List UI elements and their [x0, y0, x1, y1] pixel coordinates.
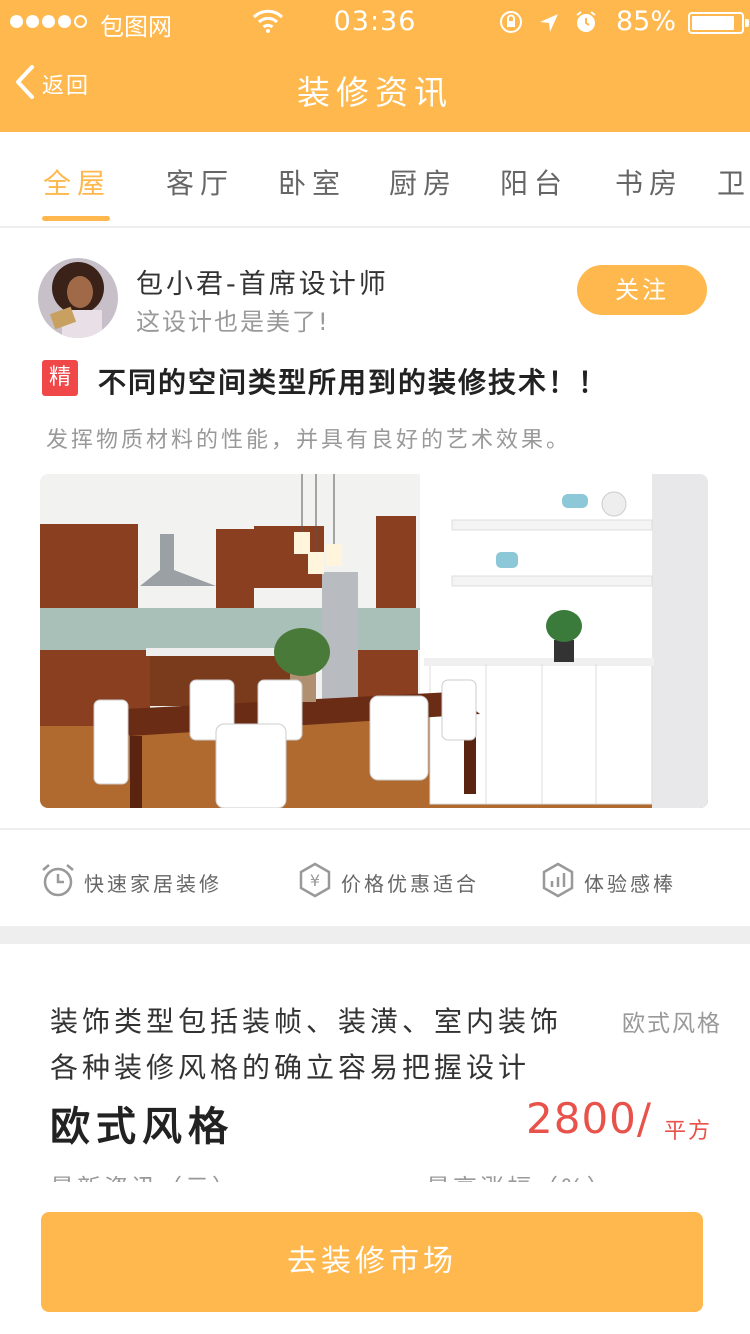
chart-shield-icon [540, 862, 576, 902]
post-title[interactable]: 不同的空间类型所用到的装修技术！！ [98, 361, 608, 401]
post-summary: 发挥物质材料的性能，并具有良好的艺术效果。 [46, 428, 572, 453]
feature-experience-label: 体验感棒 [584, 871, 676, 896]
author-description: 这设计也是美了! [136, 308, 330, 336]
feature-price: ¥ 价格优惠适合 [297, 862, 479, 902]
tab-whole-house[interactable]: 全屋 [43, 162, 111, 202]
featured-badge: 精 [42, 360, 78, 396]
svg-text:¥: ¥ [310, 871, 320, 890]
status-bar: 包图网 03:36 85% [0, 0, 750, 44]
battery-percent: 85% [616, 6, 677, 37]
stat-right-label: 最高涨幅（%） [426, 1168, 614, 1182]
price-value: 2800/ [526, 1094, 653, 1143]
price-unit: 平方 [664, 1119, 713, 1144]
tab-study[interactable]: 书房 [615, 162, 683, 202]
stats-row-partial: 最新资讯（元） 最高涨幅（%） [0, 1168, 750, 1182]
page-title: 装修资讯 [297, 73, 453, 112]
rotation-lock-icon [498, 9, 524, 41]
alarm-icon [574, 10, 598, 40]
feature-experience: 体验感棒 [540, 862, 676, 902]
location-icon [538, 11, 560, 40]
feature-fast-label: 快速家居装修 [84, 871, 222, 896]
tab-bedroom[interactable]: 卧室 [278, 162, 346, 202]
header-bar: 包图网 03:36 85% 返回 装修资讯 [0, 0, 750, 132]
category-tabs: 全屋 客厅 卧室 厨房 阳台 书房 卫生间 [0, 132, 750, 228]
section-divider [0, 926, 750, 944]
feature-fast: 快速家居装修 [40, 862, 222, 902]
kitchen-photo[interactable] [40, 474, 708, 808]
tab-living-room[interactable]: 客厅 [166, 162, 234, 202]
tab-bathroom[interactable]: 卫生间 [717, 162, 750, 202]
yen-shield-icon: ¥ [297, 862, 333, 902]
style-description-line2: 各种装修风格的确立容易把握设计 [50, 1051, 531, 1084]
author-name[interactable]: 包小君-首席设计师 [136, 262, 389, 301]
go-market-button[interactable]: 去装修市场 [41, 1212, 703, 1312]
tab-kitchen[interactable]: 厨房 [389, 162, 457, 202]
style-description-line1: 装饰类型包括装帧、装潢、室内装饰 [50, 1005, 563, 1038]
stat-left-label: 最新资讯（元） [50, 1168, 239, 1182]
style-name: 欧式风格 [50, 1104, 234, 1150]
battery-icon [688, 12, 749, 34]
feature-row: 快速家居装修 ¥ 价格优惠适合 体验感棒 [0, 828, 750, 926]
style-tag[interactable]: 欧式风格 [622, 1004, 722, 1038]
active-tab-indicator [42, 216, 110, 221]
tab-balcony[interactable]: 阳台 [500, 162, 568, 202]
feature-price-label: 价格优惠适合 [341, 871, 479, 896]
follow-button[interactable]: 关注 [577, 265, 707, 315]
avatar[interactable] [38, 258, 118, 338]
alarm-clock-icon [40, 862, 76, 902]
